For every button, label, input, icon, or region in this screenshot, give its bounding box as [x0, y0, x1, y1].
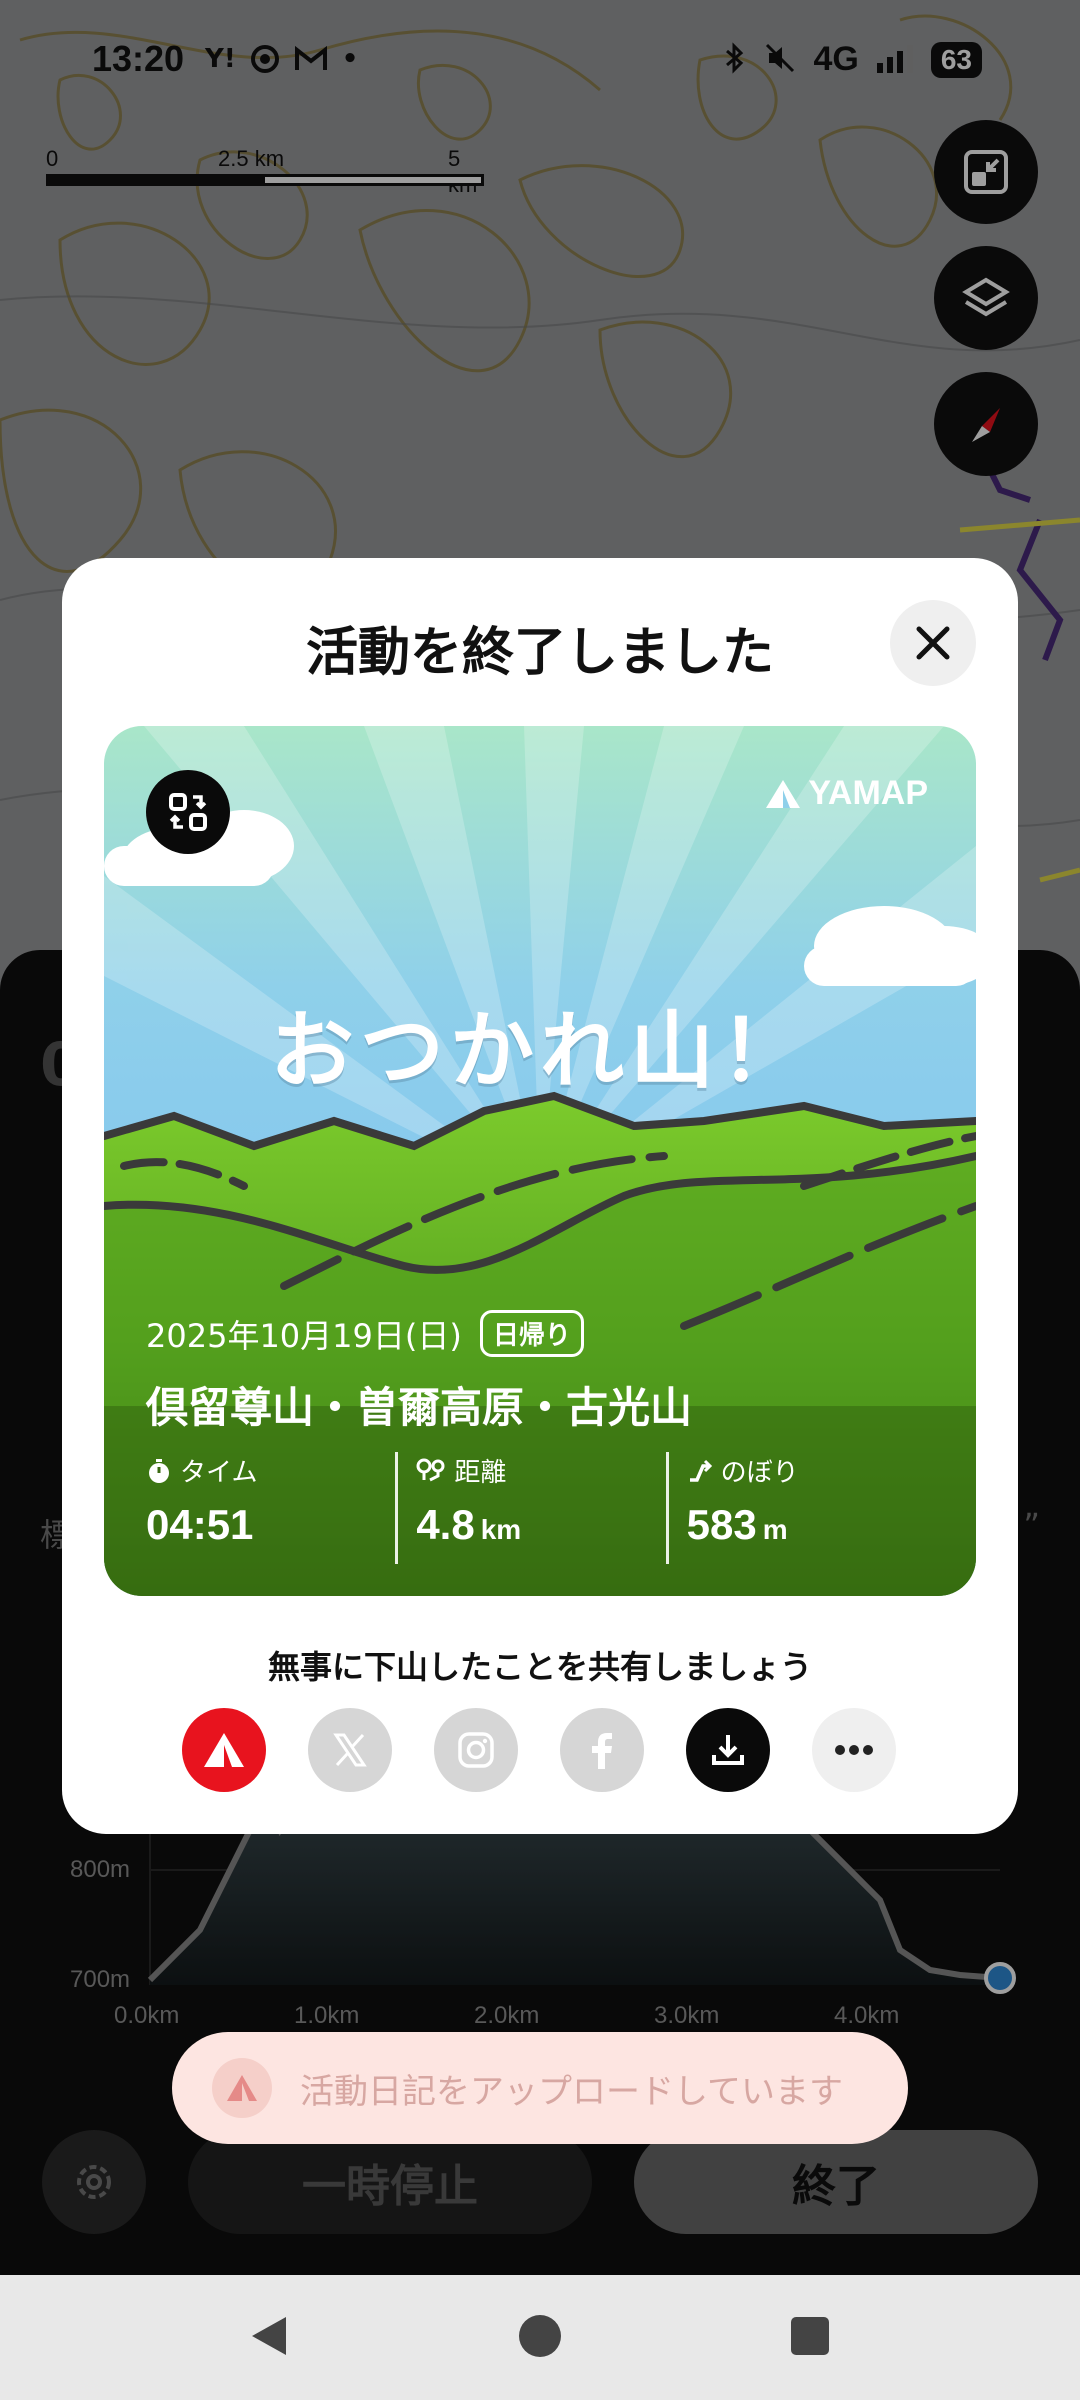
trip-date: 2025年10月19日(日)	[146, 1316, 462, 1355]
summary-card: YAMAP おつかれ山！ 2025年10月19日(日) 日帰り 倶留尊山・曽爾高…	[104, 726, 976, 1596]
download-icon	[712, 1735, 744, 1765]
activity-finished-dialog: 活動を終了しました YAMAP おつかれ山！ 2025年10月19日(日) 日帰…	[62, 558, 1018, 1834]
x-logo-icon	[333, 1733, 367, 1767]
yamap-logo-icon	[212, 2058, 272, 2118]
home-circle-icon	[519, 2315, 561, 2357]
close-icon	[916, 626, 950, 660]
close-button[interactable]	[890, 600, 976, 686]
toast-text: 活動日記をアップロードしています	[300, 2071, 843, 2112]
mountain-names: 倶留尊山・曽爾高原・古光山	[146, 1383, 693, 1432]
nav-home-button[interactable]	[517, 2313, 563, 2359]
recents-square-icon	[791, 2317, 829, 2355]
stat-distance-label: 距離	[454, 1458, 507, 1488]
stat-ascent: のぼり 583 m	[665, 1452, 936, 1564]
stat-time-label: タイム	[180, 1458, 258, 1488]
share-facebook-button[interactable]	[560, 1708, 644, 1792]
more-icon	[835, 1745, 873, 1755]
share-buttons	[182, 1708, 896, 1792]
card-headline: おつかれ山！	[269, 1002, 810, 1100]
upload-toast: 活動日記をアップロードしています	[172, 2032, 908, 2144]
share-x-button[interactable]	[308, 1708, 392, 1792]
stat-distance-value: 4.8	[416, 1501, 475, 1548]
stat-ascent-label: のぼり	[720, 1458, 799, 1488]
stat-ascent-unit: m	[762, 1514, 788, 1545]
instagram-icon	[458, 1732, 494, 1768]
stat-distance-unit: km	[480, 1514, 522, 1545]
stat-distance: 距離 4.8 km	[395, 1452, 665, 1564]
yamap-logo-icon	[766, 779, 801, 808]
change-design-button[interactable]	[146, 770, 230, 854]
stat-time-value: 04:51	[146, 1501, 254, 1548]
day-trip-badge: 日帰り	[479, 1310, 584, 1357]
share-prompt: 無事に下山したことを共有しましょう	[267, 1648, 812, 1686]
ascent-icon	[689, 1459, 712, 1482]
facebook-icon	[592, 1733, 612, 1769]
stopwatch-icon	[149, 1458, 169, 1483]
trip-date-row: 2025年10月19日(日) 日帰り	[146, 1310, 584, 1357]
yamap-logo-icon	[204, 1733, 244, 1767]
more-share-button[interactable]	[812, 1708, 896, 1792]
nav-back-button[interactable]	[246, 2313, 292, 2359]
stats-row: タイム 04:51 距離 4.8 km のぼり 583 m	[146, 1452, 936, 1564]
stat-ascent-value: 583	[686, 1501, 757, 1548]
yamap-brand: YAMAP	[764, 774, 928, 813]
download-button[interactable]	[686, 1708, 770, 1792]
back-triangle-icon	[252, 2317, 286, 2355]
nav-recents-button[interactable]	[787, 2313, 833, 2359]
route-pin-icon	[416, 1458, 445, 1481]
brand-name: YAMAP	[808, 774, 928, 812]
share-instagram-button[interactable]	[434, 1708, 518, 1792]
system-nav-bar	[0, 2275, 1080, 2400]
dialog-title: 活動を終了しました	[305, 623, 774, 683]
swap-icon	[169, 793, 207, 831]
share-yamap-button[interactable]	[182, 1708, 266, 1792]
stat-time: タイム 04:51	[146, 1452, 395, 1564]
